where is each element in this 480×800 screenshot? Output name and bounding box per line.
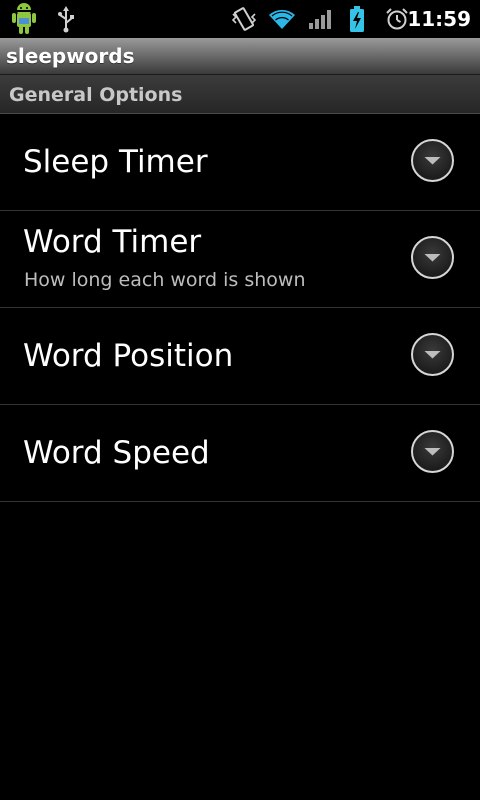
status-bar: 11:59 <box>0 0 480 38</box>
preference-summary: How long each word is shown <box>24 269 306 291</box>
dropdown-arrow-icon[interactable] <box>411 236 454 279</box>
alarm-icon <box>384 0 410 38</box>
status-bar-time: 11:59 <box>407 7 471 31</box>
preference-title: Sleep Timer <box>23 144 208 180</box>
dropdown-arrow-icon[interactable] <box>411 139 454 182</box>
preference-sleep-timer[interactable]: Sleep Timer <box>0 114 480 211</box>
preference-word-timer[interactable]: Word Timer How long each word is shown <box>0 211 480 308</box>
app-title-bar: sleepwords <box>0 38 480 75</box>
preference-title: Word Position <box>23 338 234 374</box>
signal-icon <box>307 0 335 38</box>
dropdown-arrow-icon[interactable] <box>411 430 454 473</box>
vibrate-icon <box>230 0 258 38</box>
battery-charging-icon <box>347 0 367 38</box>
dropdown-arrow-icon[interactable] <box>411 333 454 376</box>
preference-title: Word Timer <box>23 224 202 260</box>
preference-title: Word Speed <box>23 435 210 471</box>
preference-word-speed[interactable]: Word Speed <box>0 405 480 502</box>
preference-category-header: General Options <box>0 75 480 114</box>
usb-icon <box>54 0 78 38</box>
app-title: sleepwords <box>6 44 135 68</box>
wifi-icon <box>266 0 298 38</box>
preference-word-position[interactable]: Word Position <box>0 308 480 405</box>
android-notification-icon[interactable] <box>6 0 42 38</box>
section-header-label: General Options <box>9 84 183 106</box>
preferences-list: Sleep Timer Word Timer How long each wor… <box>0 114 480 502</box>
